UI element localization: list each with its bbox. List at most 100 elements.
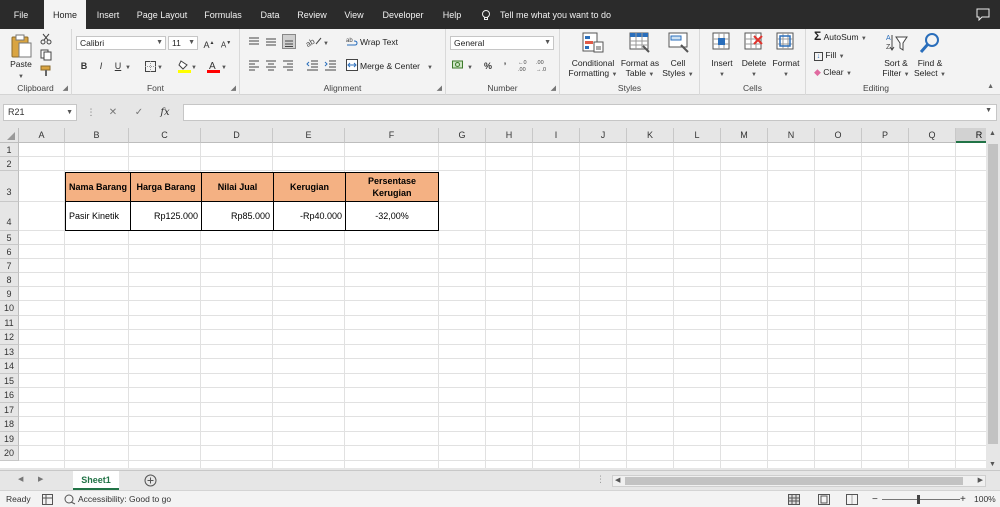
row-header-5[interactable]: 5 bbox=[0, 231, 19, 245]
row-header-8[interactable]: 8 bbox=[0, 273, 19, 287]
orientation-dropdown[interactable]: ▼ bbox=[322, 35, 330, 49]
row-header-15[interactable]: 15 bbox=[0, 374, 19, 388]
formula-input[interactable]: ▼ bbox=[183, 104, 997, 121]
align-bottom-icon[interactable] bbox=[282, 34, 296, 49]
format-as-table-icon[interactable] bbox=[629, 32, 651, 54]
decrease-decimal-icon[interactable]: .00→.0 bbox=[536, 58, 550, 72]
next-sheet-icon[interactable]: ▶ bbox=[38, 475, 43, 483]
currency-dropdown[interactable]: ▼ bbox=[466, 59, 474, 73]
zoom-slider-thumb[interactable] bbox=[917, 495, 920, 504]
column-header-b[interactable]: B bbox=[65, 128, 129, 143]
select-all-corner[interactable] bbox=[0, 128, 19, 143]
column-header-e[interactable]: E bbox=[273, 128, 345, 143]
insert-cells-icon[interactable] bbox=[712, 32, 732, 52]
font-color-dropdown[interactable]: ▼ bbox=[220, 59, 228, 73]
column-header-p[interactable]: P bbox=[862, 128, 909, 143]
cut-icon[interactable] bbox=[40, 33, 52, 45]
fill-color-dropdown[interactable]: ▼ bbox=[190, 59, 198, 73]
format-as-table-button[interactable]: Format as Table ▼ bbox=[618, 58, 662, 80]
column-header-a[interactable]: A bbox=[19, 128, 65, 143]
page-layout-view-icon[interactable] bbox=[818, 494, 830, 505]
bold-button[interactable]: B bbox=[77, 59, 91, 73]
borders-icon[interactable] bbox=[145, 61, 156, 72]
find-select-icon[interactable] bbox=[919, 32, 941, 54]
horizontal-scrollbar[interactable]: ◀ ▶ bbox=[612, 475, 986, 487]
tab-help[interactable]: Help bbox=[438, 0, 466, 29]
merge-center-button[interactable]: Merge & Center bbox=[360, 61, 420, 71]
row-header-10[interactable]: 10 bbox=[0, 301, 19, 316]
row-header-11[interactable]: 11 bbox=[0, 316, 19, 330]
column-header-d[interactable]: D bbox=[201, 128, 273, 143]
header-nama-barang[interactable]: Nama Barang bbox=[65, 172, 131, 202]
scroll-down-icon[interactable]: ▼ bbox=[989, 461, 996, 468]
row-header-20[interactable]: 20 bbox=[0, 446, 19, 461]
tab-view[interactable]: View bbox=[340, 0, 368, 29]
align-left-icon[interactable] bbox=[248, 59, 260, 71]
expand-formula-icon[interactable]: ▼ bbox=[985, 107, 992, 114]
status-accessibility[interactable]: Accessibility: Good to go bbox=[78, 491, 171, 507]
tab-review[interactable]: Review bbox=[294, 0, 330, 29]
clear-button[interactable]: ◆ Clear ▼ bbox=[814, 67, 852, 79]
tab-developer[interactable]: Developer bbox=[378, 0, 428, 29]
scroll-left-icon[interactable]: ◀ bbox=[615, 476, 620, 486]
row-header-7[interactable]: 7 bbox=[0, 259, 19, 273]
cell-styles-icon[interactable] bbox=[668, 32, 690, 54]
align-center-icon[interactable] bbox=[265, 59, 277, 71]
format-painter-icon[interactable] bbox=[40, 65, 52, 77]
vertical-scrollbar[interactable]: ▲ ▼ bbox=[986, 128, 1000, 470]
cell-styles-button[interactable]: Cell Styles ▼ bbox=[660, 58, 696, 80]
formula-bar-menu-icon[interactable]: ⋮ bbox=[82, 104, 100, 121]
accessibility-icon[interactable] bbox=[64, 494, 76, 505]
tab-file[interactable]: File bbox=[6, 0, 36, 29]
fill-button[interactable]: ↓ Fill ▼ bbox=[814, 50, 845, 62]
find-select-button[interactable]: Find & Select ▼ bbox=[910, 58, 950, 80]
number-format-select[interactable]: General ▼ bbox=[450, 36, 554, 50]
cell-kerugian[interactable]: -Rp40.000 bbox=[273, 201, 346, 231]
conditional-formatting-icon[interactable] bbox=[582, 32, 604, 54]
percent-button[interactable]: % bbox=[481, 59, 495, 73]
format-button[interactable]: Format ▼ bbox=[768, 58, 804, 80]
cell-nilai-jual[interactable]: Rp85.000 bbox=[201, 201, 274, 231]
paste-dropdown[interactable]: ▼ bbox=[14, 70, 28, 82]
decrease-font-icon[interactable]: A▼ bbox=[219, 36, 233, 50]
column-header-j[interactable]: J bbox=[580, 128, 627, 143]
row-header-18[interactable]: 18 bbox=[0, 417, 19, 432]
column-header-f[interactable]: F bbox=[345, 128, 439, 143]
tab-formulas[interactable]: Formulas bbox=[200, 0, 246, 29]
scroll-right-icon[interactable]: ▶ bbox=[978, 476, 983, 486]
tab-page-layout[interactable]: Page Layout bbox=[134, 0, 190, 29]
row-header-14[interactable]: 14 bbox=[0, 359, 19, 374]
column-header-h[interactable]: H bbox=[486, 128, 533, 143]
wrap-text-icon[interactable]: ab bbox=[346, 36, 358, 48]
comma-style-button[interactable]: ’ bbox=[498, 59, 512, 73]
font-size-select[interactable]: 11 ▼ bbox=[168, 36, 198, 50]
increase-font-icon[interactable]: A▲ bbox=[202, 36, 216, 50]
column-header-l[interactable]: L bbox=[674, 128, 721, 143]
header-kerugian[interactable]: Kerugian bbox=[273, 172, 346, 202]
row-header-12[interactable]: 12 bbox=[0, 330, 19, 345]
paste-button[interactable]: Paste bbox=[6, 59, 36, 69]
clipboard-launcher-icon[interactable]: ◢ bbox=[63, 84, 68, 92]
font-color-icon[interactable]: A bbox=[207, 59, 220, 73]
zoom-level[interactable]: 100% bbox=[974, 491, 996, 507]
delete-button[interactable]: Delete ▼ bbox=[736, 58, 772, 80]
align-top-icon[interactable] bbox=[248, 36, 260, 48]
italic-button[interactable]: I bbox=[94, 59, 108, 73]
collapse-ribbon-icon[interactable]: ▲ bbox=[987, 83, 994, 90]
number-launcher-icon[interactable]: ◢ bbox=[551, 84, 556, 92]
increase-decimal-icon[interactable]: ←0.00 bbox=[518, 58, 532, 72]
insert-function-button[interactable]: fx bbox=[156, 104, 174, 121]
font-launcher-icon[interactable]: ◢ bbox=[231, 84, 236, 92]
alignment-launcher-icon[interactable]: ◢ bbox=[437, 84, 442, 92]
increase-indent-icon[interactable] bbox=[324, 59, 337, 71]
add-sheet-icon[interactable] bbox=[144, 474, 157, 487]
enter-icon[interactable]: ✓ bbox=[130, 104, 148, 121]
zoom-out-icon[interactable]: − bbox=[872, 491, 878, 507]
conditional-formatting-button[interactable]: Conditional Formatting ▼ bbox=[562, 58, 624, 80]
horizontal-scroll-thumb[interactable] bbox=[625, 477, 963, 485]
wrap-text-button[interactable]: Wrap Text bbox=[360, 37, 398, 47]
paste-icon[interactable] bbox=[10, 33, 32, 59]
header-harga-barang[interactable]: Harga Barang bbox=[130, 172, 202, 202]
cell-persentase-kerugian[interactable]: -32,00% bbox=[345, 201, 439, 231]
column-header-o[interactable]: O bbox=[815, 128, 862, 143]
